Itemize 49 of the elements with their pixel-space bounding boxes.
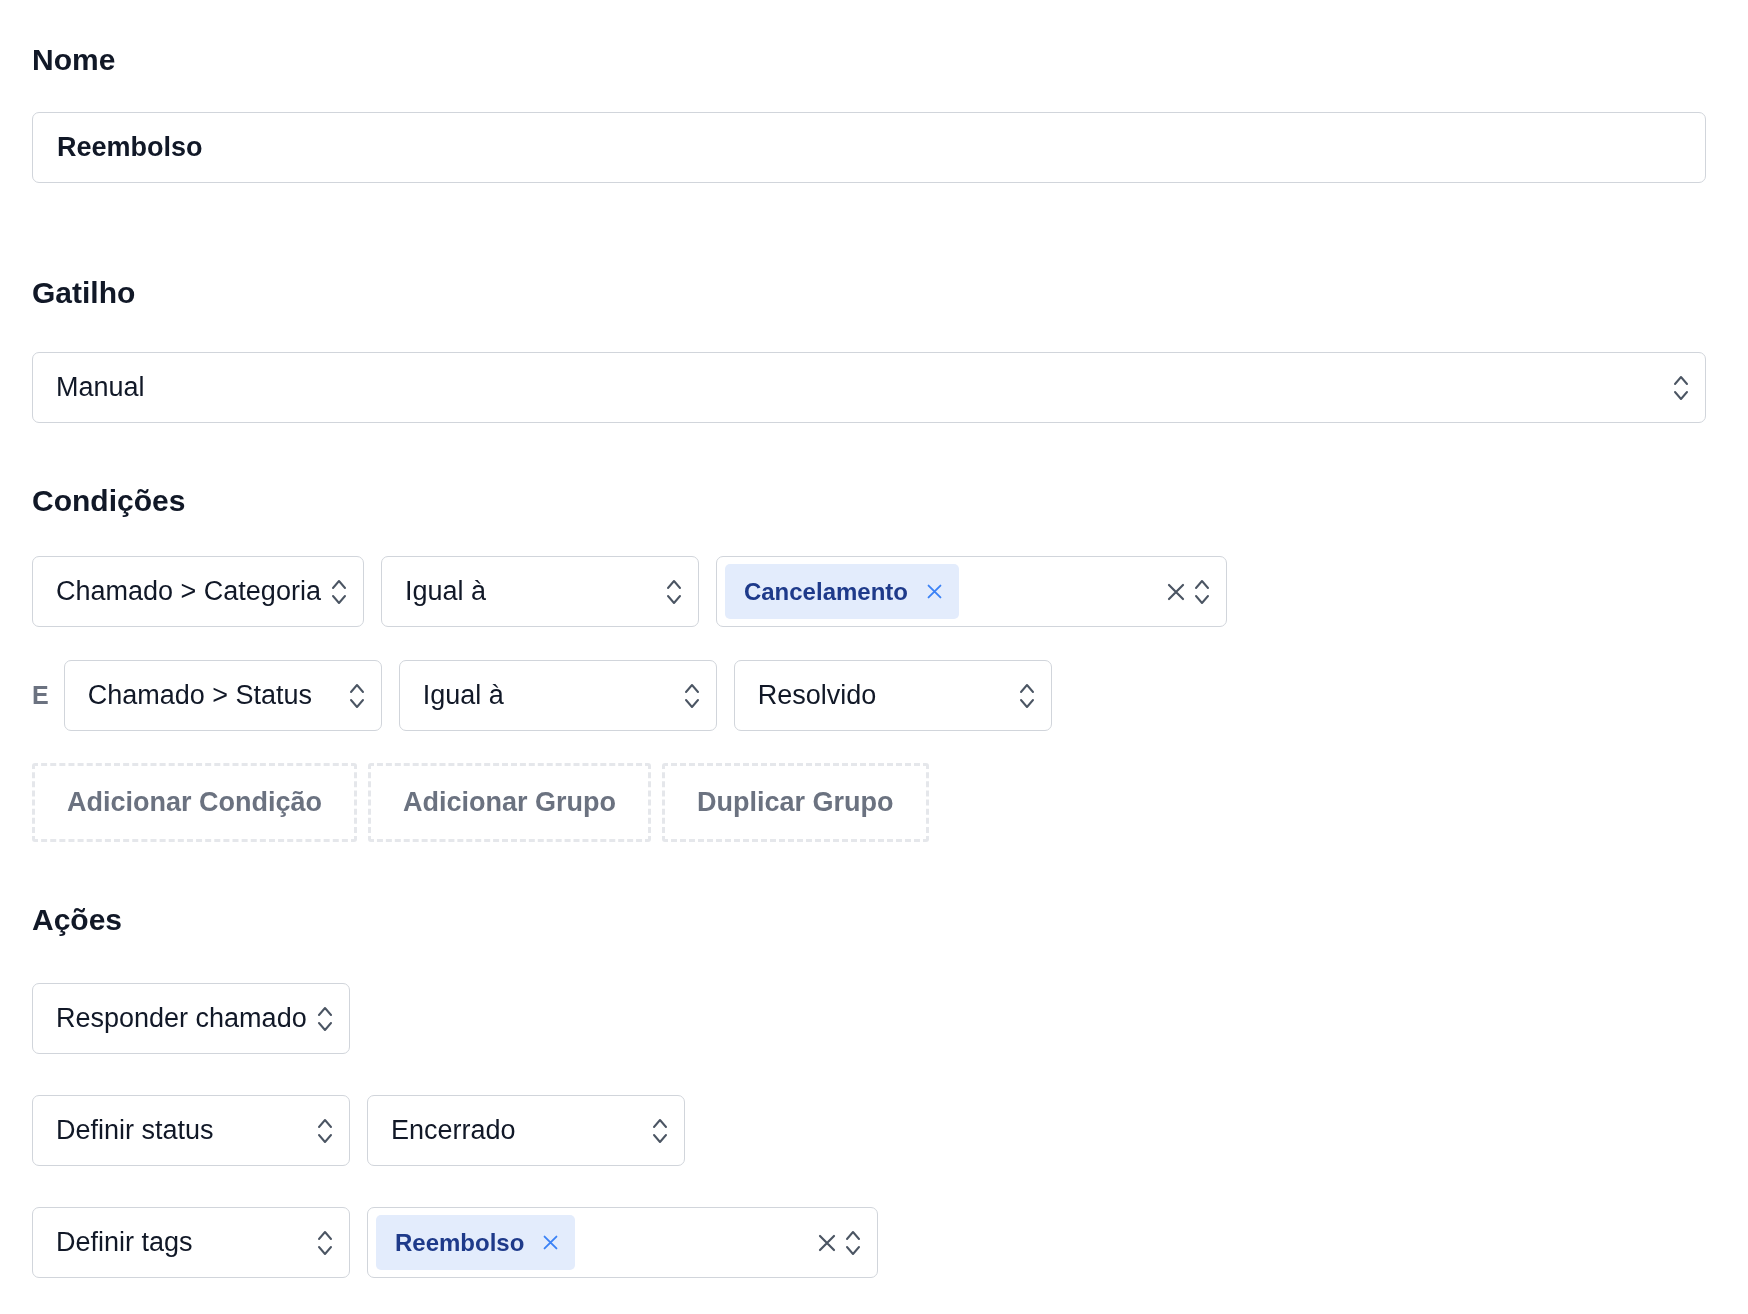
clear-icon[interactable] [817,1232,837,1253]
section-heading: Condições [32,483,187,519]
tag-label: Cancelamento [743,577,908,606]
select-field[interactable]: Igual à [398,660,717,731]
select-field[interactable]: Responder chamado [32,983,350,1054]
chevron-up-down-icon [683,682,700,709]
chevron-up-down-icon [652,1117,668,1144]
select-field[interactable]: Chamado > Status [63,660,382,731]
select-field[interactable]: Definir status [32,1095,350,1166]
chevron-up-down-icon [317,1005,333,1032]
select-field[interactable]: Encerrado [367,1095,685,1166]
select-field[interactable]: Igual à [380,556,699,627]
clear-icon[interactable] [1165,581,1186,602]
name-input[interactable]: Reembolso [32,112,1706,183]
select-value: Manual [56,372,145,403]
select-value: Chamado > Categoria [56,576,321,607]
remove-tag-icon[interactable] [926,583,943,600]
chevron-up-down-icon [845,1229,861,1256]
tag-label: Reembolso [395,1228,525,1257]
connector-label: E [32,681,49,710]
chevron-up-down-icon [330,578,347,605]
add-button[interactable]: Adicionar Condição [32,763,358,842]
select-value: Definir status [56,1115,214,1146]
section-heading: Nome [32,42,117,78]
select-value: Responder chamado [56,1003,307,1034]
chevron-up-down-icon [317,1229,333,1256]
add-button[interactable]: Duplicar Grupo [662,763,929,842]
multi-select-field[interactable]: Reembolso [367,1207,878,1278]
chevron-up-down-icon [665,578,682,605]
select-value: Definir tags [56,1227,193,1258]
select-value: Chamado > Status [87,680,313,711]
select-value: Resolvido [757,680,877,711]
section-heading: Gatilho [32,275,137,311]
chevron-up-down-icon [348,682,365,709]
add-button[interactable]: Adicionar Grupo [368,763,652,842]
select-field[interactable]: Chamado > Categoria [32,556,364,627]
chevron-up-down-icon [317,1117,333,1144]
select-value: Igual à [404,576,486,607]
select-field[interactable]: Resolvido [733,660,1052,731]
select-field[interactable]: Manual [32,352,1706,423]
select-value: Encerrado [391,1115,516,1146]
multi-select-field[interactable]: Cancelamento [715,556,1227,627]
chevron-up-down-icon [1673,374,1689,401]
chevron-up-down-icon [1018,682,1035,709]
select-value: Igual à [422,680,504,711]
remove-tag-icon[interactable] [542,1234,560,1251]
chevron-up-down-icon [1193,578,1210,605]
section-heading: Ações [32,902,124,938]
select-field[interactable]: Definir tags [32,1207,350,1278]
